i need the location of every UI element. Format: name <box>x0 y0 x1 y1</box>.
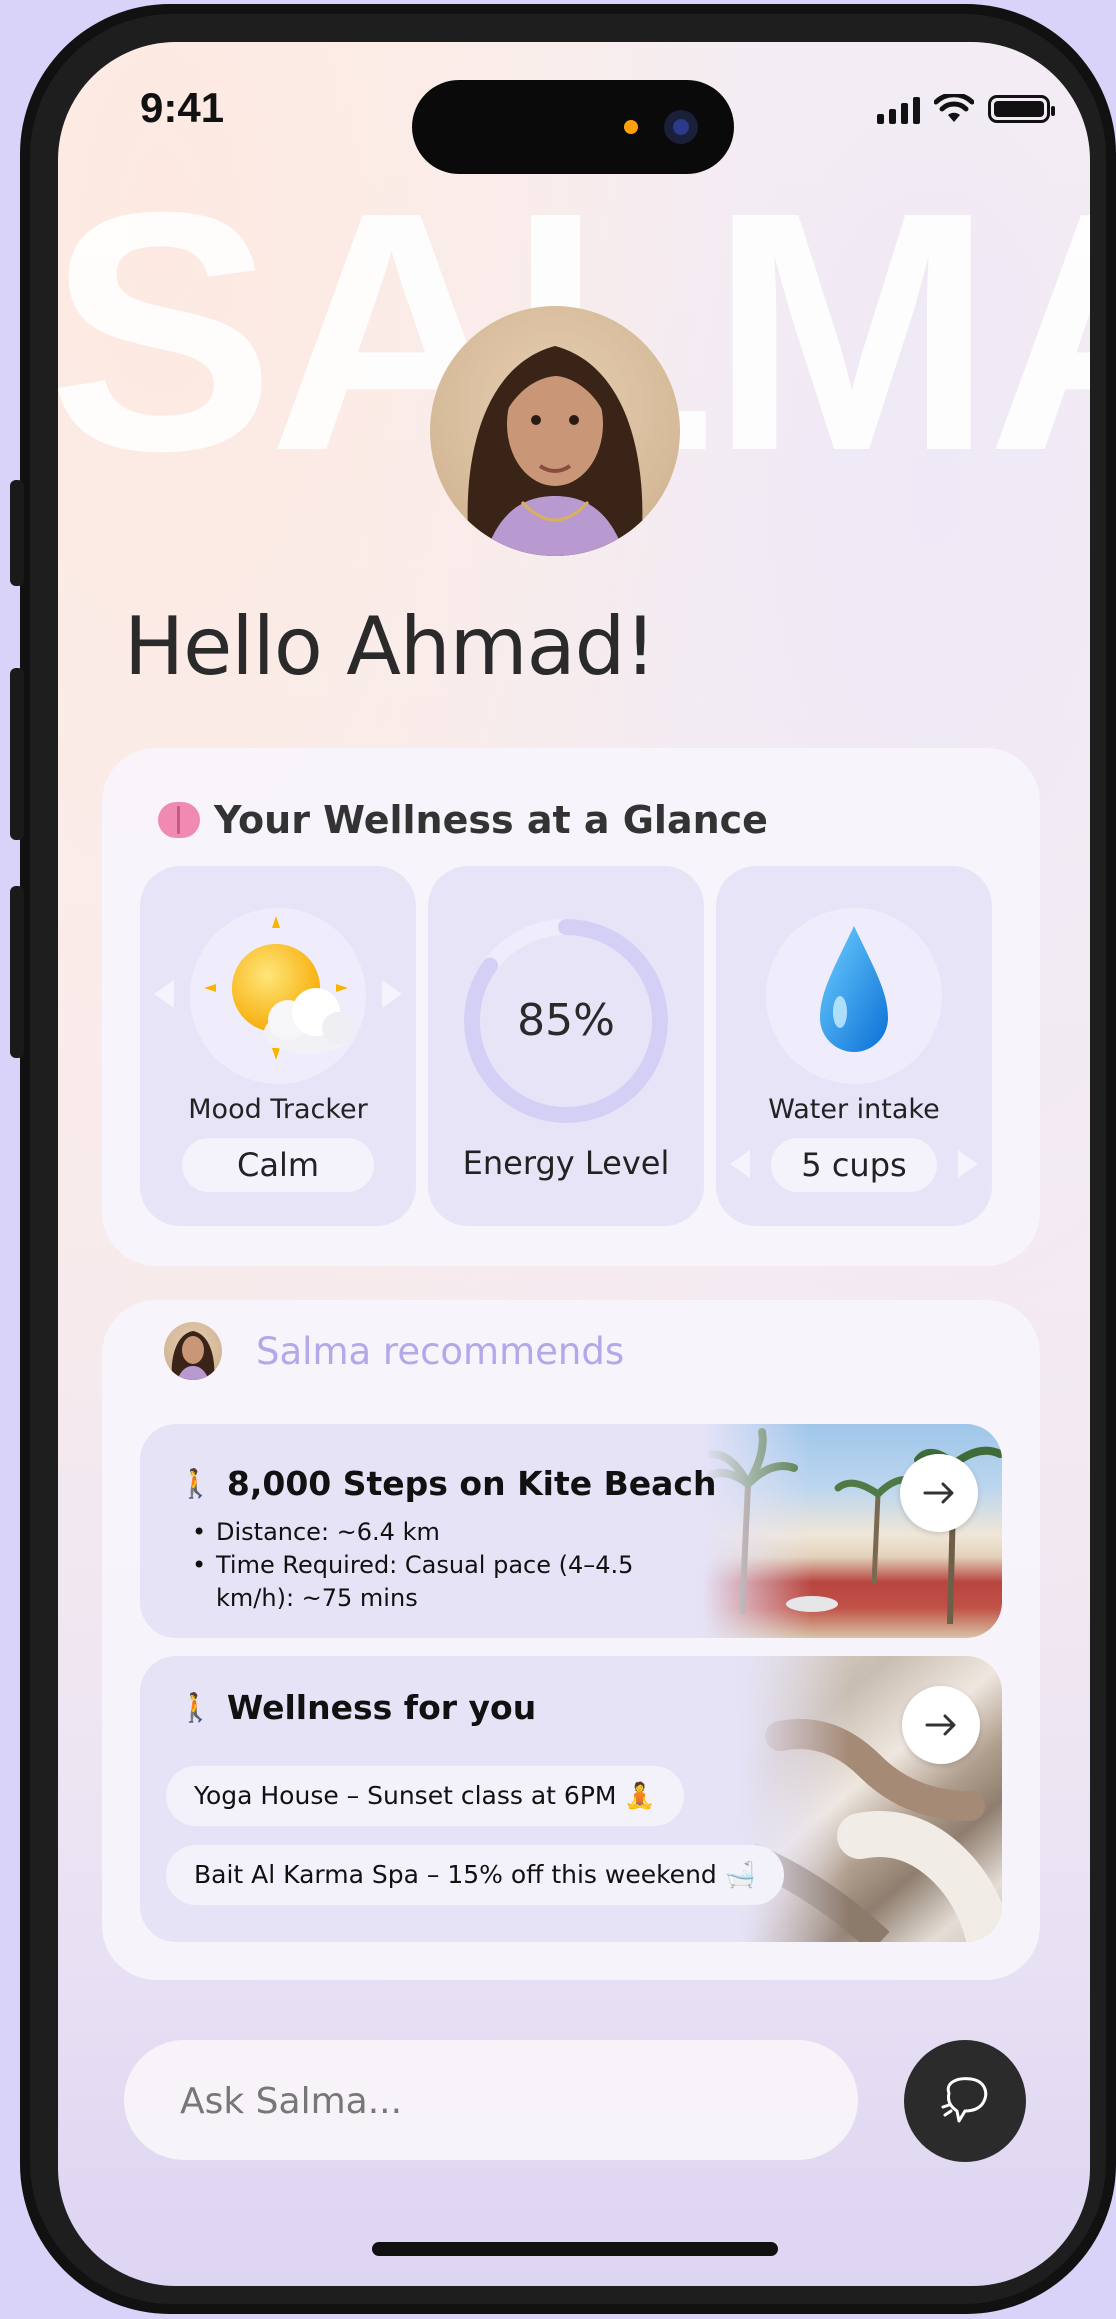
water-increase-arrow-icon[interactable] <box>958 1150 978 1178</box>
signal-icon <box>877 94 920 124</box>
wellness-title: 🚶 Wellness for you <box>178 1688 536 1727</box>
walking-person-icon: 🚶 <box>178 1467 213 1500</box>
steps-recommendation[interactable]: 🚶 8,000 Steps on Kite Beach Distance: ~6… <box>140 1424 1002 1638</box>
chat-bubble-icon <box>941 2077 988 2123</box>
mood-tracker-label: Mood Tracker <box>188 1094 368 1125</box>
dynamic-island <box>412 80 734 174</box>
volume-up-button <box>10 668 24 840</box>
water-intake-label: Water intake <box>768 1094 940 1125</box>
walking-person-icon: 🚶 <box>178 1691 213 1724</box>
wellness-open-button[interactable] <box>902 1686 980 1764</box>
arrow-right-icon <box>923 1482 954 1504</box>
water-decrease-arrow-icon[interactable] <box>730 1150 750 1178</box>
recommendations-title: Salma recommends <box>256 1329 625 1373</box>
home-indicator[interactable] <box>372 2242 778 2256</box>
wellness-glance-title-text: Your Wellness at a Glance <box>214 798 768 842</box>
water-intake-tile[interactable]: Water intake 5 cups <box>716 866 992 1226</box>
wifi-icon <box>934 94 974 122</box>
steps-distance: Distance: ~6.4 km <box>192 1516 692 1549</box>
status-time: 9:41 <box>140 84 225 131</box>
salma-avatar[interactable] <box>430 306 680 556</box>
app-screen: SALMA 9:41 Hello Ahmad! Yo <box>58 42 1090 2286</box>
wellness-glance-title: Your Wellness at a Glance <box>158 798 768 842</box>
steps-title: 🚶 8,000 Steps on Kite Beach <box>178 1464 716 1503</box>
kite-beach-photo <box>702 1424 1002 1638</box>
ask-salma-input[interactable] <box>178 2040 822 2162</box>
wellness-recommendation[interactable]: 🚶 Wellness for you Yoga House – Sunset c… <box>140 1656 1002 1942</box>
mute-switch <box>10 480 24 586</box>
arrow-right-icon <box>925 1714 956 1736</box>
brain-icon <box>158 802 200 838</box>
salma-mini-avatar <box>164 1322 222 1380</box>
spa-offer-tag[interactable]: Bait Al Karma Spa – 15% off this weekend… <box>166 1845 784 1905</box>
water-icon-disc <box>766 908 942 1084</box>
mood-icon-disc <box>190 908 366 1084</box>
status-icons <box>877 94 1055 124</box>
droplet-icon <box>820 926 888 1052</box>
mood-value: Calm <box>182 1138 374 1192</box>
water-value: 5 cups <box>771 1138 937 1192</box>
mood-next-arrow-icon[interactable] <box>382 980 402 1008</box>
steps-open-button[interactable] <box>900 1454 978 1532</box>
energy-level-tile[interactable]: 85% Energy Level <box>428 866 704 1226</box>
volume-down-button <box>10 886 24 1058</box>
steps-details-list: Distance: ~6.4 km Time Required: Casual … <box>192 1516 692 1615</box>
voice-send-button[interactable] <box>904 2040 1026 2162</box>
mood-prev-arrow-icon[interactable] <box>154 980 174 1008</box>
energy-percent: 85% <box>517 995 615 1046</box>
yoga-house-tag[interactable]: Yoga House – Sunset class at 6PM 🧘 <box>166 1766 684 1826</box>
steps-title-text: 8,000 Steps on Kite Beach <box>226 1464 717 1503</box>
energy-ring: 85% <box>461 916 671 1126</box>
ask-salma-bar <box>124 2040 858 2162</box>
wellness-glance-card: Your Wellness at a Glance Mood Tracker C… <box>102 748 1040 1266</box>
greeting-heading: Hello Ahmad! <box>124 600 656 693</box>
wellness-title-text: Wellness for you <box>226 1688 537 1727</box>
energy-level-label: Energy Level <box>462 1144 670 1182</box>
recommendations-header: Salma recommends <box>164 1322 624 1380</box>
steps-time: Time Required: Casual pace (4–4.5 km/h):… <box>192 1549 692 1615</box>
sun-behind-cloud-icon <box>204 916 354 1060</box>
battery-icon <box>988 95 1055 123</box>
recommendations-card: Salma recommends 🚶 8,000 Steps on Kite B… <box>102 1300 1040 1980</box>
mood-tracker-tile[interactable]: Mood Tracker Calm <box>140 866 416 1226</box>
